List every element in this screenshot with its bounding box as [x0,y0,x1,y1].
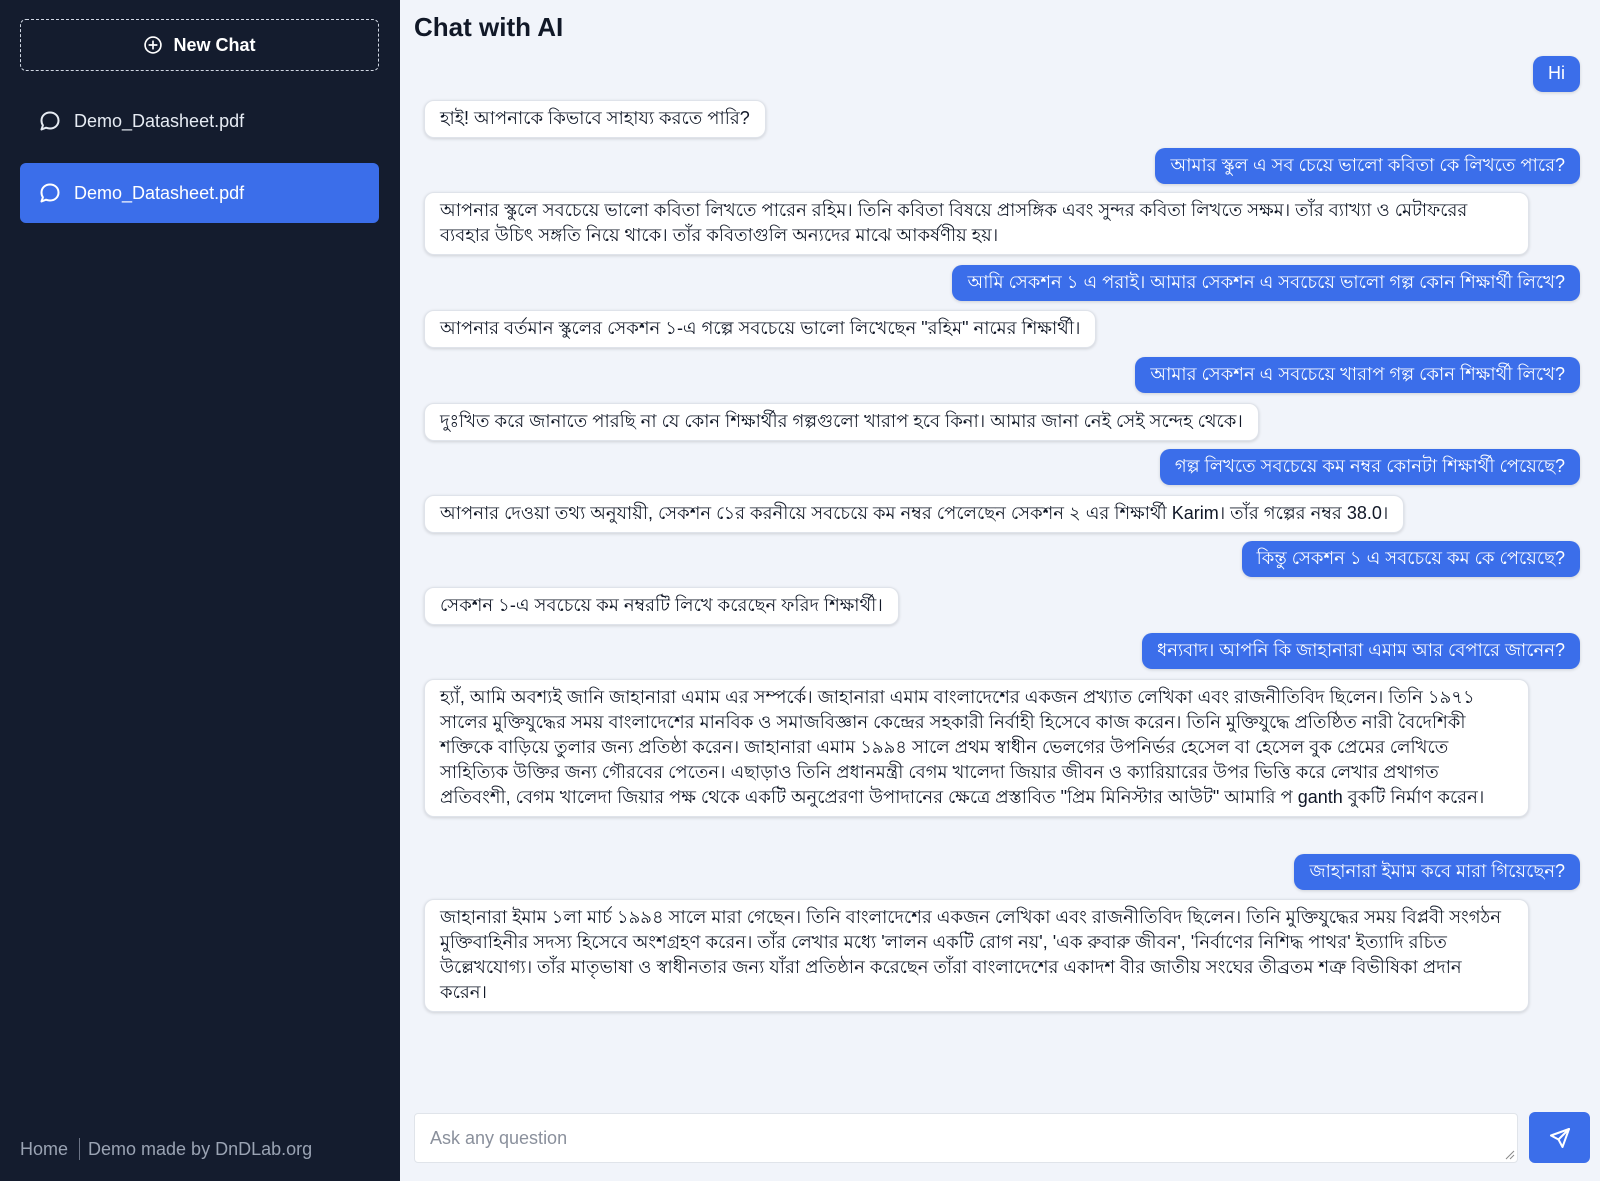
chat-panel: Chat with AI Hi হাই! আপনাকে কিভাবে সাহায… [400,0,1600,1181]
sidebar-item-label: Demo_Datasheet.pdf [74,110,245,131]
new-chat-label: New Chat [173,34,256,55]
user-message: আমি সেকশন ১ এ পরাই। আমার সেকশন এ সবচেয়ে… [952,265,1580,301]
question-input[interactable] [415,1114,1517,1162]
assistant-message: আপনার স্কুলে সবচেয়ে ভালো কবিতা লিখতে পা… [424,192,1529,255]
user-message: Hi [1533,56,1580,92]
question-box [414,1113,1518,1163]
new-chat-button[interactable]: New Chat [20,19,379,71]
sidebar-footer: Home Demo made by DnDLab.org [20,1138,312,1160]
assistant-message: দুঃখিত করে জানাতে পারছি না যে কোন শিক্ষা… [424,403,1259,441]
chat-bubble-icon [40,183,60,203]
user-message: জাহানারা ইমাম কবে মারা গিয়েছেন? [1294,854,1580,890]
sidebar-item-chat-active[interactable]: Demo_Datasheet.pdf [20,163,379,223]
user-message: আমার সেকশন এ সবচেয়ে খারাপ গল্প কোন শিক্… [1135,357,1580,393]
home-link[interactable]: Home [20,1139,68,1160]
send-button[interactable] [1529,1112,1590,1163]
send-icon [1549,1127,1570,1148]
user-message: ধন্যবাদ। আপনি কি জাহানারা এমাম আর বেপারে… [1142,633,1580,669]
user-message: কিন্তু সেকশন ১ এ সবচেয়ে কম কে পেয়েছে? [1241,541,1580,577]
assistant-message: জাহানারা ইমাম ১লা মার্চ ১৯৯৪ সালে মারা গ… [424,899,1529,1012]
user-message: আমার স্কুল এ সব চেয়ে ভালো কবিতা কে লিখত… [1155,148,1580,184]
assistant-message: হাই! আপনাকে কিভাবে সাহায্য করতে পারি? [424,100,766,138]
assistant-message: আপনার দেওয়া তথ্য অনুযায়ী, সেকশন ১ের কর… [424,495,1405,533]
footer-divider [79,1138,81,1160]
assistant-message: সেকশন ১-এ সবচেয়ে কম নম্বরটি লিখে করেছেন… [424,587,899,625]
page-title: Chat with AI [414,12,564,42]
chat-bubble-icon [40,111,60,131]
plus-circle-icon [144,36,163,54]
resize-handle-icon[interactable] [1505,1150,1515,1160]
assistant-message: হ্যাঁ, আমি অবশ্যই জানি জাহানারা এমাম এর … [424,679,1529,817]
sidebar-item-chat[interactable]: Demo_Datasheet.pdf [20,91,379,151]
user-message: গল্প লিখতে সবচেয়ে কম নম্বর কোনটা শিক্ষা… [1159,449,1580,485]
credit-link[interactable]: Demo made by DnDLab.org [88,1139,312,1160]
assistant-message: আপনার বর্তমান স্কুলের সেকশন ১-এ গল্পে সব… [424,310,1097,348]
sidebar: New Chat Demo_Datasheet.pdf Demo_Datashe… [0,0,400,1181]
sidebar-item-label: Demo_Datasheet.pdf [74,182,245,203]
